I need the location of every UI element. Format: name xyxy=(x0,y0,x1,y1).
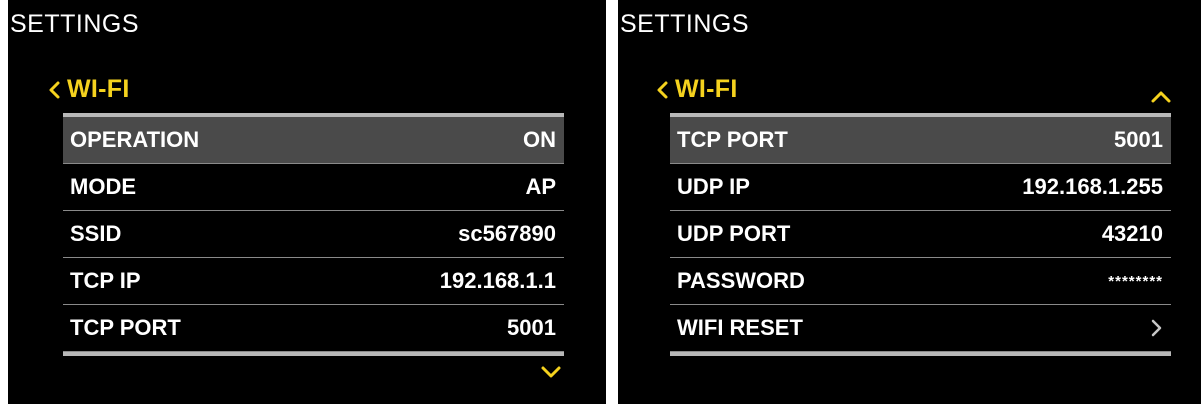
row-label: UDP IP xyxy=(677,174,750,199)
settings-screen-right: SETTINGS WI-FI TCP PORT 5001 UDP IP 192.… xyxy=(618,0,1201,404)
page-title: SETTINGS xyxy=(10,10,140,38)
row-label: OPERATION xyxy=(70,127,200,152)
back-button[interactable]: WI-FI xyxy=(654,75,738,104)
row-label: TCP PORT xyxy=(70,315,181,340)
scroll-up-button[interactable] xyxy=(1150,90,1172,109)
chevron-left-icon xyxy=(49,81,60,98)
wifi-settings-list: TCP PORT 5001 UDP IP 192.168.1.255 UDP P… xyxy=(670,113,1171,356)
menu-row-tcp-port[interactable]: TCP PORT 5001 xyxy=(63,305,564,352)
row-value: ******** xyxy=(1108,272,1163,290)
chevron-down-icon xyxy=(541,366,561,378)
row-value: AP xyxy=(525,174,556,199)
wifi-settings-list: OPERATION ON MODE AP SSID sc567890 TCP I… xyxy=(63,113,564,356)
row-label: WIFI RESET xyxy=(677,315,803,340)
menu-row-tcp-port[interactable]: TCP PORT 5001 xyxy=(670,117,1171,164)
row-value: 192.168.1.255 xyxy=(1022,174,1163,199)
menu-row-mode[interactable]: MODE AP xyxy=(63,164,564,211)
scroll-down-button[interactable] xyxy=(540,365,562,384)
chevron-left-icon xyxy=(657,81,668,98)
chevron-right-icon xyxy=(1151,319,1162,337)
list-bottom-divider xyxy=(670,352,1171,356)
menu-row-ssid[interactable]: SSID sc567890 xyxy=(63,211,564,258)
row-label: TCP PORT xyxy=(677,127,788,152)
row-label: TCP IP xyxy=(70,268,141,293)
list-bottom-divider xyxy=(63,352,564,356)
menu-row-password[interactable]: PASSWORD ******** xyxy=(670,258,1171,305)
menu-row-udp-ip[interactable]: UDP IP 192.168.1.255 xyxy=(670,164,1171,211)
menu-row-operation[interactable]: OPERATION ON xyxy=(63,117,564,164)
back-label: WI-FI xyxy=(675,75,738,103)
row-label: MODE xyxy=(70,174,136,199)
row-value: 5001 xyxy=(1114,127,1163,152)
menu-row-tcp-ip[interactable]: TCP IP 192.168.1.1 xyxy=(63,258,564,305)
menu-row-udp-port[interactable]: UDP PORT 43210 xyxy=(670,211,1171,258)
row-label: PASSWORD xyxy=(677,268,805,293)
menu-row-wifi-reset[interactable]: WIFI RESET xyxy=(670,305,1171,352)
row-value: 5001 xyxy=(507,315,556,340)
row-value: 43210 xyxy=(1101,221,1163,246)
chevron-up-icon xyxy=(1151,91,1171,103)
row-value: ON xyxy=(523,127,556,152)
page-title: SETTINGS xyxy=(620,10,750,38)
back-label: WI-FI xyxy=(67,75,130,103)
row-value: 192.168.1.1 xyxy=(439,268,556,293)
row-label: SSID xyxy=(70,221,122,246)
settings-screen-left: SETTINGS WI-FI OPERATION ON MODE AP SSID… xyxy=(8,0,606,404)
row-label: UDP PORT xyxy=(677,221,791,246)
back-button[interactable]: WI-FI xyxy=(46,75,130,104)
row-value: sc567890 xyxy=(458,221,556,246)
